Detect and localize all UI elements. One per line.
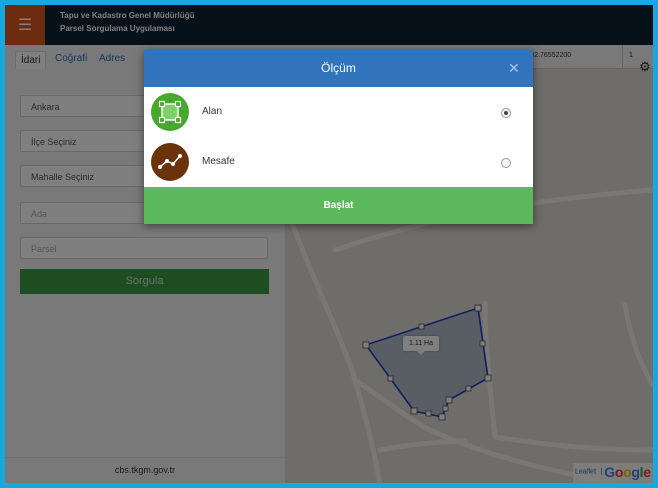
radio-alan[interactable] <box>501 108 511 118</box>
option-alan-label: Alan <box>202 106 223 117</box>
start-button[interactable]: Başlat <box>144 187 533 224</box>
radio-mesafe[interactable] <box>501 158 511 168</box>
polygon-area-icon <box>151 93 189 131</box>
option-mesafe-label: Mesafe <box>202 156 235 167</box>
app-window: ☰ Tapu ve Kadastro Genel Müdürlüğü Parse… <box>5 5 653 483</box>
measurement-dialog: Ölçüm ✕ Alan Mesafe Başlat <box>144 50 533 224</box>
line-distance-icon <box>151 143 189 181</box>
close-icon[interactable]: ✕ <box>508 60 520 77</box>
dialog-header: Ölçüm ✕ <box>144 50 533 87</box>
option-alan[interactable]: Alan <box>144 87 533 137</box>
dialog-title: Ölçüm <box>321 61 356 75</box>
option-mesafe[interactable]: Mesafe <box>144 137 533 187</box>
